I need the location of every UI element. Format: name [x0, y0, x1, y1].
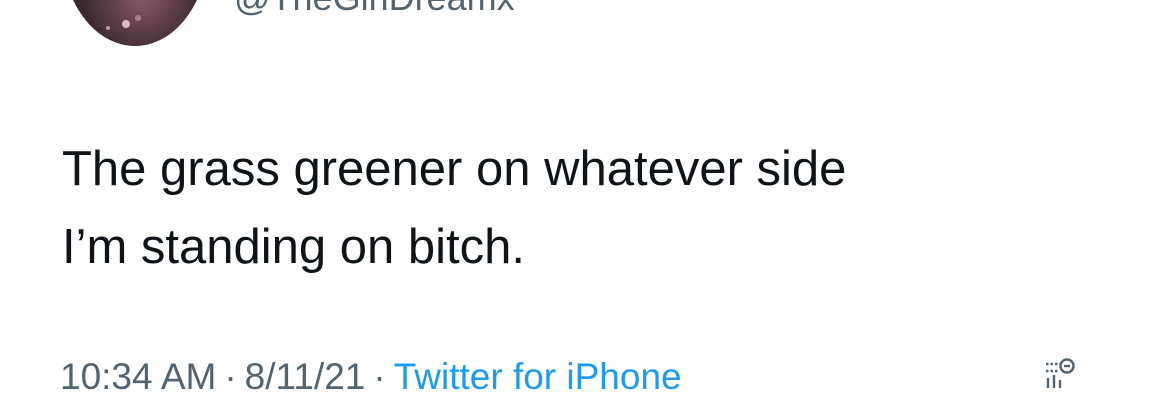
tweet-date[interactable]: 8/11/21 — [245, 356, 366, 397]
analytics-icon[interactable] — [1042, 356, 1076, 390]
tweet-source-link[interactable]: Twitter for iPhone — [394, 356, 682, 397]
avatar[interactable] — [62, 0, 208, 46]
meta-separator: · — [224, 356, 237, 397]
tweet-text-line-1: The grass greener on whatever side — [62, 142, 847, 196]
tweet-text: The grass greener on whatever side I’m s… — [62, 130, 1112, 286]
meta-separator: · — [373, 356, 386, 397]
author-handle[interactable]: @TheGirlDreamx — [234, 0, 515, 18]
tweet-time[interactable]: 10:34 AM — [60, 356, 216, 397]
tweet-text-line-2: I’m standing on bitch. — [62, 220, 526, 274]
tweet-meta: 10:34 AM · 8/11/21 · Twitter for iPhone — [60, 355, 682, 399]
